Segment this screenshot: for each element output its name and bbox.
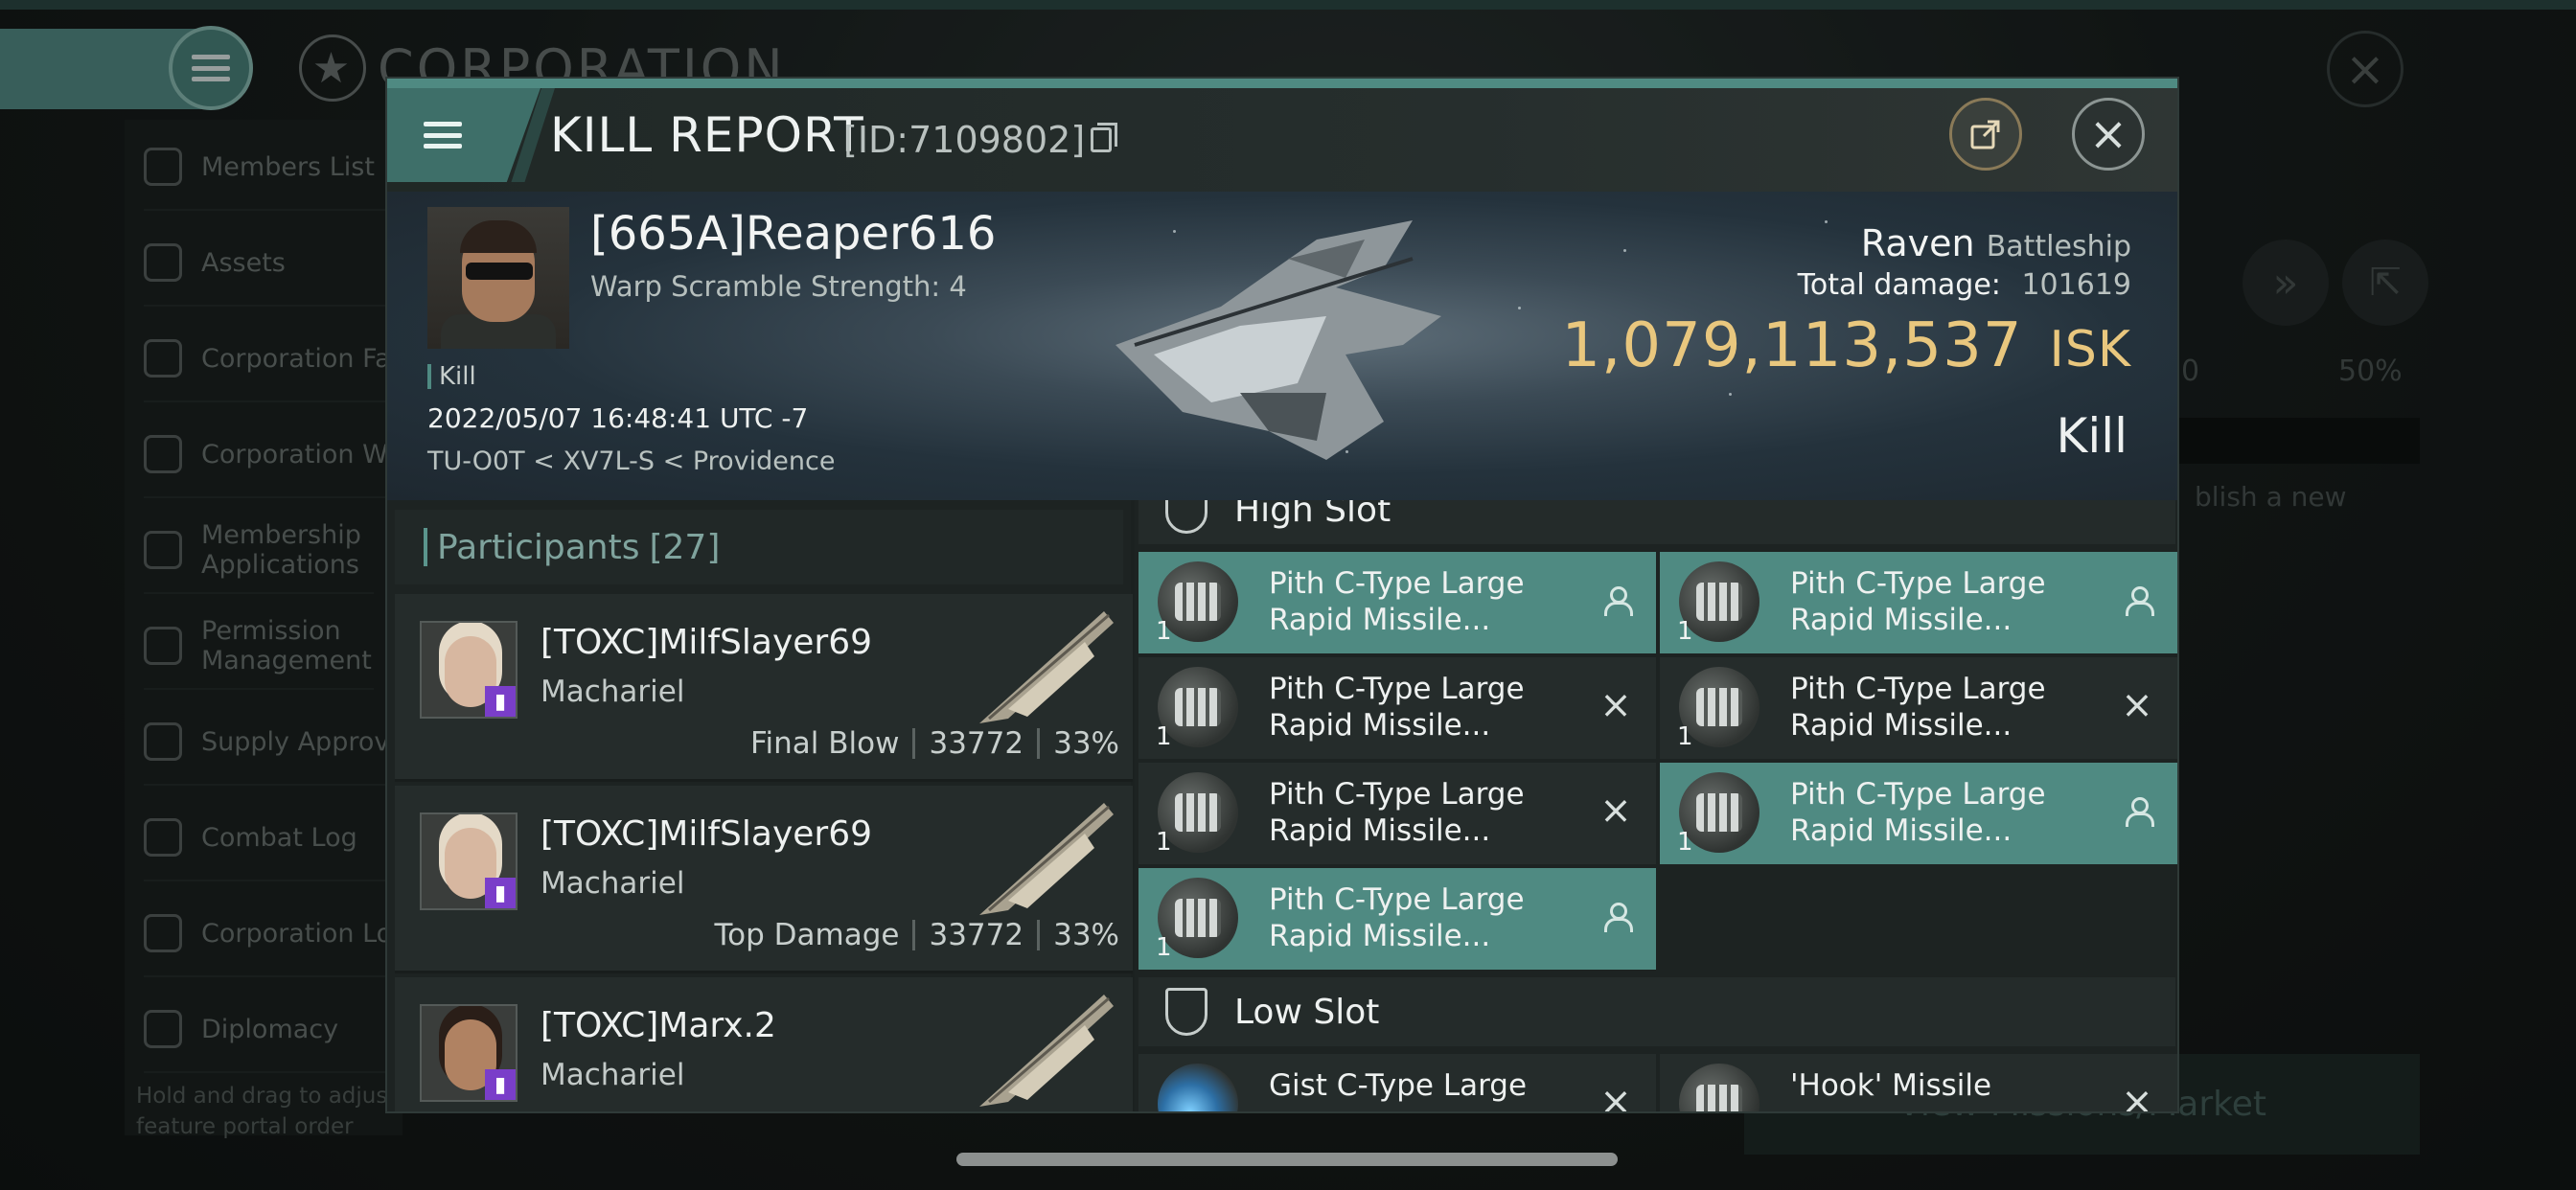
module-slot[interactable]: Gist C-Type Large × [1138, 1054, 1656, 1113]
module-slot[interactable]: 1 Pith C-Type Large Rapid Missile... [1660, 763, 2177, 864]
module-slot[interactable]: 1 Pith C-Type Large Rapid Missile... × [1138, 657, 1656, 759]
omega-badge-icon: ▮ [485, 878, 516, 908]
participant-portrait[interactable]: ▮ [420, 1004, 518, 1102]
participant-row[interactable]: ▮ [TOXC]MilfSlayer69 Machariel Final Blo… [395, 594, 1133, 782]
machariel-ship-image [979, 611, 1114, 723]
participant-row[interactable]: ▮ [TOXC]Marx.2 Machariel [395, 977, 1133, 1111]
omega-badge-icon: ▮ [485, 686, 516, 717]
victim-name[interactable]: [665A]Reaper616 [590, 207, 996, 261]
participants-panel: Participants [27] ▮ [TOXC]MilfSlayer69 M… [387, 500, 1133, 1111]
kill-tag: Kill [427, 362, 476, 391]
missile-guidance-enhancer-icon [1158, 1064, 1238, 1111]
participant-name: [TOXC]MilfSlayer69 [540, 623, 873, 662]
destroyed-x-icon: × [2121, 683, 2153, 727]
high-slot-header: High Slot [1138, 500, 2175, 544]
kill-datetime: 2022/05/07 16:48:41 UTC -7 [427, 402, 809, 434]
omega-badge-icon: ▮ [485, 1069, 516, 1100]
share-icon [1970, 120, 2000, 149]
machariel-ship-image [979, 995, 1114, 1107]
destroyed-x-icon: × [2121, 1080, 2153, 1113]
dropped-person-icon [1597, 581, 1635, 619]
raven-ship-image [1116, 220, 1441, 460]
machariel-ship-image [979, 803, 1114, 915]
victim-banner: [665A]Reaper616 Warp Scramble Strength: … [387, 192, 2177, 500]
participant-name: [TOXC]Marx.2 [540, 1006, 776, 1045]
participant-ship: Machariel [540, 675, 685, 709]
dropped-person-icon [2118, 581, 2156, 619]
home-indicator[interactable] [956, 1153, 1618, 1166]
participant-portrait[interactable]: ▮ [420, 621, 518, 719]
participant-ship: Machariel [540, 866, 685, 901]
share-button[interactable] [1949, 98, 2022, 171]
isk-value: 1,079,113,537 ISK [1561, 310, 2131, 381]
destroyed-x-icon: × [1599, 789, 1632, 833]
dialog-top-accent [387, 79, 2177, 88]
missile-module-icon [1679, 1064, 1760, 1111]
participant-row[interactable]: ▮ [TOXC]MilfSlayer69 Machariel Top Damag… [395, 786, 1133, 973]
high-slot-icon [1165, 500, 1208, 534]
participant-stats: Final Blow 33772 33% [749, 726, 1119, 761]
close-icon: × [2088, 107, 2128, 161]
kill-id[interactable]: [ID:7109802] [843, 119, 1118, 161]
participants-header: Participants [27] [395, 510, 1123, 584]
participant-name: [TOXC]MilfSlayer69 [540, 814, 873, 854]
participant-portrait[interactable]: ▮ [420, 812, 518, 910]
fitting-panel: High Slot 1 Pith C-Type Large Rapid Miss… [1135, 500, 2177, 1113]
module-slot[interactable]: 1 Pith C-Type Large Rapid Missile... [1138, 868, 1656, 970]
dialog-close-button[interactable]: × [2072, 98, 2145, 171]
module-slot[interactable]: 1 Pith C-Type Large Rapid Missile... [1138, 552, 1656, 653]
copy-icon[interactable] [1091, 123, 1118, 152]
low-slot-header: Low Slot [1138, 977, 2175, 1046]
kill-result: Kill [2056, 408, 2128, 464]
total-damage: Total damage: 101619 [1797, 268, 2131, 302]
module-slot[interactable]: 1 Pith C-Type Large Rapid Missile... × [1138, 763, 1656, 864]
module-slot[interactable]: 1 Pith C-Type Large Rapid Missile... × [1660, 657, 2177, 759]
low-slot-icon [1165, 988, 1208, 1036]
warp-scramble-strength: Warp Scramble Strength: 4 [590, 270, 967, 303]
victim-portrait[interactable] [427, 207, 569, 349]
participant-ship: Machariel [540, 1058, 685, 1092]
destroyed-x-icon: × [1599, 1080, 1632, 1113]
destroyed-x-icon: × [1599, 683, 1632, 727]
kill-location[interactable]: TU-O0T < XV7L-S < Providence [427, 446, 835, 476]
kill-report-dialog: KILL REPORT [ID:7109802] × [665A]Reaper6… [385, 77, 2179, 1113]
victim-ship: Raven Battleship [1860, 222, 2131, 264]
dropped-person-icon [2118, 791, 2156, 830]
hamburger-icon [424, 122, 462, 149]
dropped-person-icon [1597, 897, 1635, 935]
participant-stats: Top Damage 33772 33% [714, 918, 1119, 952]
dialog-title: KILL REPORT [550, 107, 864, 163]
module-slot[interactable]: 'Hook' Missile × [1660, 1054, 2177, 1113]
module-slot[interactable]: 1 Pith C-Type Large Rapid Missile... [1660, 552, 2177, 653]
